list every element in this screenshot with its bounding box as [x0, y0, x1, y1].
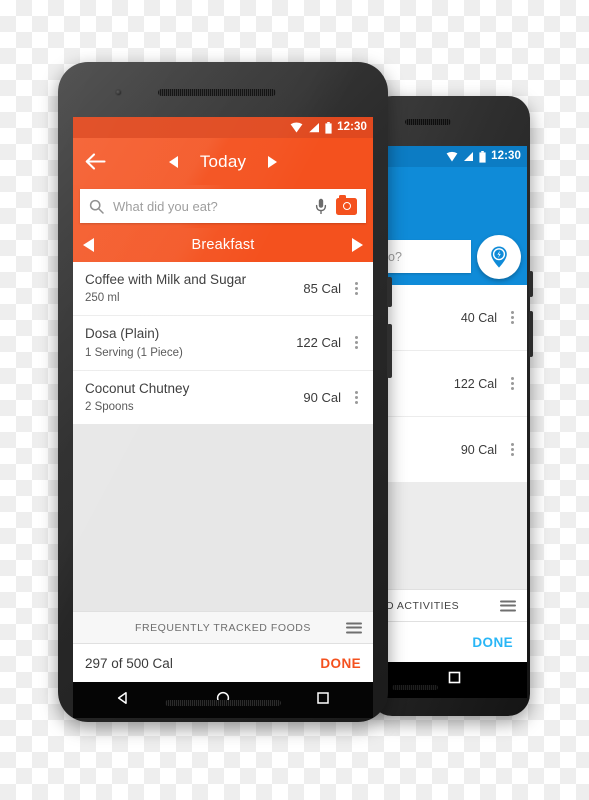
hamburger-menu-icon[interactable] — [346, 622, 362, 633]
food-name: Coconut Chutney — [85, 380, 190, 396]
back-bottom-speaker-grille — [392, 685, 438, 690]
meal-selector-bar: Breakfast — [73, 228, 373, 262]
back-food-row-2[interactable]: 122 Cal — [382, 351, 527, 417]
camera-icon[interactable] — [336, 194, 357, 215]
back-food-calories: 90 Cal — [460, 442, 497, 457]
pin-glyph — [491, 246, 507, 267]
back-food-row-1[interactable]: 40 Cal — [382, 285, 527, 351]
done-button[interactable]: DONE — [320, 656, 361, 671]
kebab-menu-icon[interactable] — [505, 443, 519, 456]
food-portion: 250 ml — [85, 292, 120, 305]
food-portion: 1 Serving (1 Piece) — [85, 346, 183, 359]
meal-title: Breakfast — [191, 237, 255, 253]
back-footer-bar: DONE — [382, 622, 527, 662]
food-text-block: Coffee with Milk and Sugar 250 ml — [85, 271, 303, 306]
front-bottom-speaker-grille — [165, 700, 281, 706]
front-camera — [115, 89, 122, 96]
search-icon — [89, 199, 104, 214]
back-phone-screen: 12:30 o? 40 Cal 122 Cal 90 Cal D ACTIVIT… — [382, 146, 527, 662]
power-button[interactable] — [529, 271, 533, 297]
earpiece-speaker — [158, 89, 276, 96]
footer-bar: 297 of 500 Cal DONE — [73, 644, 373, 682]
triangle-left-icon[interactable] — [168, 155, 178, 168]
kebab-menu-icon[interactable] — [505, 377, 519, 390]
android-back-triangle-icon[interactable] — [116, 691, 130, 710]
camera-lens — [342, 202, 351, 210]
volume-button[interactable] — [529, 311, 533, 357]
wifi-icon — [290, 122, 303, 133]
section-label: FREQUENTLY TRACKED FOODS — [135, 621, 311, 634]
front-status-bar: 12:30 — [73, 117, 373, 138]
food-list: Coffee with Milk and Sugar 250 ml 85 Cal… — [73, 262, 373, 424]
food-portion: 2 Spoons — [85, 400, 134, 413]
table-row[interactable]: Coconut Chutney 2 Spoons 90 Cal — [73, 371, 373, 424]
front-top-app-bar: Today — [73, 138, 373, 185]
food-name: Coffee with Milk and Sugar — [85, 272, 247, 287]
microphone-icon[interactable] — [315, 198, 327, 215]
front-phone-screen: 12:30 Today What did you eat? Breakfast … — [73, 117, 373, 682]
screenshot-stage: 12:30 o? 40 Cal 122 Cal 90 Cal D ACTIVIT… — [0, 0, 589, 800]
empty-list-area — [73, 423, 373, 611]
food-calories: 85 Cal — [303, 281, 341, 297]
food-calories: 122 Cal — [296, 335, 341, 351]
arrow-left-icon[interactable] — [73, 153, 117, 170]
triangle-right-icon[interactable] — [268, 155, 278, 168]
android-recents-square-icon[interactable] — [316, 691, 330, 710]
food-text-block: Dosa (Plain) 1 Serving (1 Piece) — [85, 325, 296, 360]
back-section-strip[interactable]: D ACTIVITIES — [382, 589, 527, 622]
page-title: Today — [199, 151, 247, 171]
cellular-signal-icon — [464, 152, 474, 161]
volume-button[interactable] — [387, 324, 392, 378]
earpiece-speaker — [405, 119, 451, 125]
kebab-menu-icon[interactable] — [349, 336, 363, 350]
front-status-time: 12:30 — [337, 120, 367, 133]
back-section-label: D ACTIVITIES — [386, 599, 460, 612]
search-section — [73, 185, 373, 228]
calorie-summary: 297 of 500 Cal — [85, 655, 173, 671]
kebab-menu-icon[interactable] — [505, 311, 519, 324]
back-phone-app: 12:30 o? 40 Cal 122 Cal 90 Cal D ACTIVIT… — [382, 146, 527, 662]
kebab-menu-icon[interactable] — [349, 390, 363, 404]
front-phone-device: 12:30 Today What did you eat? Breakfast … — [58, 62, 392, 722]
table-row[interactable]: Coffee with Milk and Sugar 250 ml 85 Cal — [73, 262, 373, 317]
date-navigator: Today — [73, 152, 373, 172]
back-food-calories: 40 Cal — [460, 310, 497, 325]
back-done-button[interactable]: DONE — [472, 635, 513, 650]
kebab-menu-icon[interactable] — [349, 282, 363, 296]
battery-icon — [325, 121, 332, 134]
food-name: Dosa (Plain) — [85, 326, 160, 342]
back-status-bar: 12:30 — [382, 146, 527, 167]
frequently-tracked-foods-strip[interactable]: FREQUENTLY TRACKED FOODS — [73, 611, 373, 644]
search-input[interactable] — [113, 198, 306, 214]
back-blue-header: o? — [382, 167, 527, 285]
location-pin-activity-icon[interactable] — [477, 234, 521, 279]
search-bar — [80, 189, 366, 223]
cellular-signal-icon — [309, 123, 320, 133]
back-search-input[interactable]: o? — [382, 240, 471, 273]
battery-icon — [479, 150, 486, 163]
back-search-row: o? — [382, 234, 527, 279]
wifi-icon — [446, 151, 458, 162]
power-button[interactable] — [387, 277, 392, 307]
back-empty-area — [382, 483, 527, 589]
android-recents-square-icon[interactable] — [448, 671, 461, 689]
back-phone-device: 12:30 o? 40 Cal 122 Cal 90 Cal D ACTIVIT… — [370, 96, 533, 716]
table-row[interactable]: Dosa (Plain) 1 Serving (1 Piece) 122 Cal — [73, 316, 373, 371]
food-text-block: Coconut Chutney 2 Spoons — [85, 380, 303, 415]
back-system-nav-bar — [382, 662, 527, 698]
hamburger-menu-icon[interactable] — [500, 600, 516, 611]
back-food-row-3[interactable]: 90 Cal — [382, 417, 527, 483]
food-calories: 90 Cal — [303, 389, 341, 405]
front-phone-app: 12:30 Today What did you eat? Breakfast … — [73, 117, 373, 682]
back-food-calories: 122 Cal — [453, 376, 497, 391]
back-status-time: 12:30 — [491, 149, 521, 162]
